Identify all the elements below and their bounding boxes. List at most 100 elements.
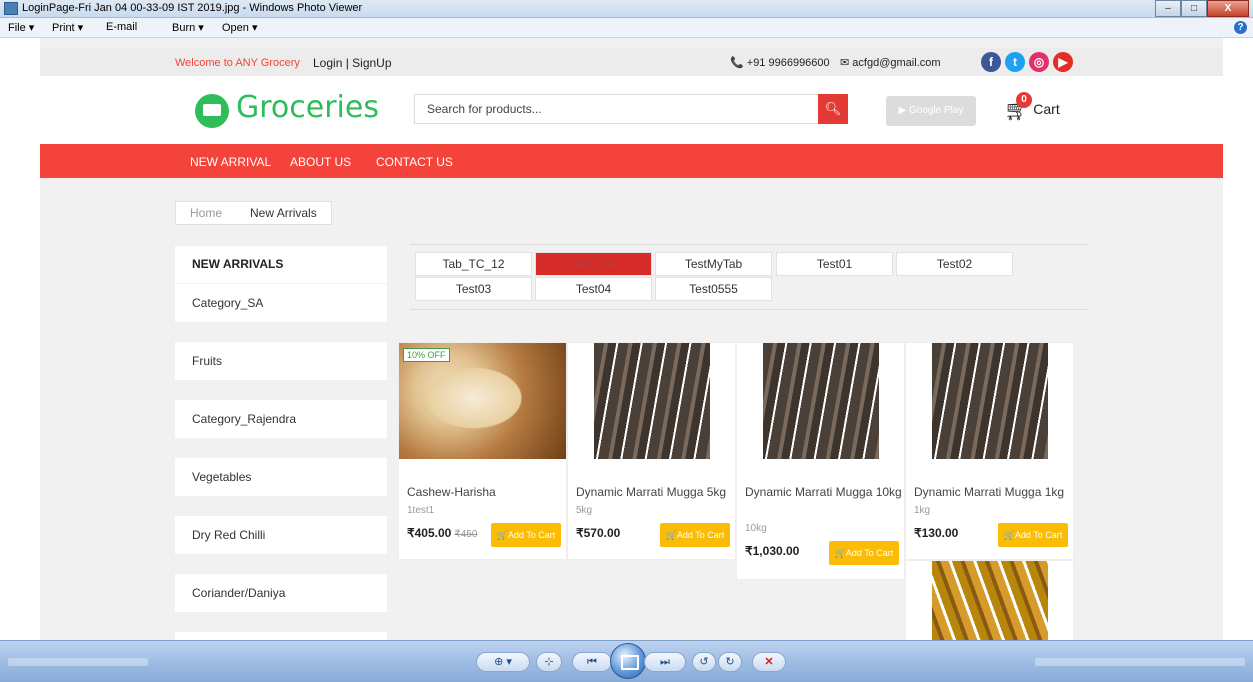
menu-file[interactable]: File ▾ [8, 21, 34, 34]
search-icon: 🔍︎ [824, 101, 842, 116]
search-input[interactable] [415, 95, 795, 123]
cart-label: Cart [1033, 101, 1060, 118]
delete-button[interactable]: ✕ [752, 652, 786, 672]
product-image-mugga[interactable] [906, 343, 1073, 459]
logo-cart-icon[interactable] [195, 94, 229, 128]
sidebar-item-category-sa[interactable]: Category_SA [175, 284, 387, 322]
sidebar-item-partial [175, 632, 387, 640]
login-signup-link[interactable]: Login | SignUp [313, 56, 392, 70]
product-name[interactable]: Dynamic Marrati Mugga 10kg [745, 483, 903, 501]
menu-print[interactable]: Print ▾ [52, 21, 83, 34]
product-card[interactable] [905, 560, 1074, 640]
product-name[interactable]: Dynamic Marrati Mugga 5kg [576, 483, 734, 501]
product-image-mugga[interactable] [737, 343, 904, 459]
product-weight: 1kg [914, 505, 931, 516]
sidebar-item-coriander[interactable]: Coriander/Daniya [175, 574, 387, 612]
zoom-slider-area[interactable] [1035, 658, 1245, 666]
tab-test01[interactable]: Test01 [776, 252, 893, 276]
photo-canvas: Welcome to ANY Grocery Login | SignUp 📞 … [0, 38, 1253, 640]
canvas-margin-left [0, 38, 40, 640]
window-title: LoginPage-Fri Jan 04 00-33-09 IST 2019.j… [22, 2, 363, 14]
facebook-icon[interactable]: f [981, 52, 1001, 72]
menu-email[interactable]: E-mail [106, 21, 137, 33]
youtube-icon[interactable]: ▶ [1053, 52, 1073, 72]
mail-icon: ✉ [840, 57, 853, 69]
product-old-price: ₹450 [454, 529, 478, 540]
product-price: ₹570.00 [576, 526, 621, 540]
sidebar-item-vegetables[interactable]: Vegetables [175, 458, 387, 496]
search-box: 🔍︎ [414, 94, 848, 124]
tab-test0555[interactable]: Test0555 [655, 277, 772, 301]
product-weight: 5kg [576, 505, 593, 516]
tab-tab-tc-12[interactable]: Tab_TC_12 [415, 252, 532, 276]
tab-testmytab[interactable]: TestMyTab [655, 252, 772, 276]
product-price: ₹130.00 [914, 526, 959, 540]
phone-number: 📞 +91 9966996600 [730, 56, 830, 69]
category-sidebar: NEW ARRIVALS Category_SA Fruits Category… [175, 246, 387, 640]
add-to-cart-button[interactable]: 🛒Add To Cart [998, 523, 1068, 547]
breadcrumb: Home New Arrivals [175, 201, 332, 225]
product-image-turmeric[interactable] [906, 561, 1073, 640]
sidebar-item-dry-red-chilli[interactable]: Dry Red Chilli [175, 516, 387, 554]
sidebar-item-category-rajendra[interactable]: Category_Rajendra [175, 400, 387, 438]
canvas-margin-right [1223, 38, 1253, 640]
product-price: ₹405.00 ₹450 [407, 526, 477, 540]
minimize-button[interactable]: – [1155, 0, 1181, 17]
top-info-strip: Welcome to ANY Grocery Login | SignUp 📞 … [40, 48, 1223, 76]
add-to-cart-button[interactable]: 🛒Add To Cart [829, 541, 899, 565]
previous-button[interactable]: ⏮ [572, 652, 612, 672]
product-card[interactable]: 10% OFF Cashew-Harisha 1test1 ₹405.00 ₹45… [398, 342, 567, 560]
phone-number-text: +91 9966996600 [746, 57, 830, 69]
add-to-cart-button[interactable]: 🛒Add To Cart [491, 523, 561, 547]
product-card[interactable]: Dynamic Marrati Mugga 1kg 1kg ₹130.00 🛒A… [905, 342, 1074, 560]
nav-new-arrival[interactable]: NEW ARRIVAL [190, 155, 271, 169]
menu-open[interactable]: Open ▾ [222, 21, 258, 34]
tab-test02[interactable]: Test02 [896, 252, 1013, 276]
add-to-cart-button[interactable]: 🛒Add To Cart [660, 523, 730, 547]
twitter-icon[interactable]: t [1005, 52, 1025, 72]
phone-icon: 📞 [730, 57, 747, 69]
tab-test03[interactable]: Test03 [415, 277, 532, 301]
photo-viewer-app-icon [4, 2, 18, 15]
maximize-button[interactable]: □ [1181, 0, 1207, 17]
product-name[interactable]: Dynamic Marrati Mugga 1kg [914, 483, 1072, 501]
rotate-clockwise-button[interactable]: ↻ [718, 652, 742, 672]
contact-email: ✉ acfgd@gmail.com [840, 56, 940, 69]
nav-contact-us[interactable]: CONTACT US [376, 155, 453, 169]
help-icon[interactable]: ? [1234, 21, 1247, 34]
tab-tab-sa[interactable]: Tab_SA [535, 252, 652, 276]
search-button[interactable]: 🔍︎ [818, 94, 848, 124]
google-play-badge[interactable]: ▶ Google Play [886, 96, 976, 126]
next-button[interactable]: ⏭ [644, 652, 686, 672]
zoom-button[interactable]: ⊕ ▾ [476, 652, 530, 672]
cart-count-badge: 0 [1016, 92, 1032, 108]
menu-bar: File ▾ Print ▾ E-mail Burn ▾ Open ▾ ? [0, 18, 1253, 38]
actual-size-button[interactable]: ⊹ [536, 652, 562, 672]
slideshow-button[interactable] [610, 643, 646, 679]
welcome-text: Welcome to ANY Grocery [175, 57, 300, 69]
nav-about-us[interactable]: ABOUT US [290, 155, 351, 169]
instagram-icon[interactable]: ◎ [1029, 52, 1049, 72]
sidebar-item-fruits[interactable]: Fruits [175, 342, 387, 380]
webpage-screenshot: Welcome to ANY Grocery Login | SignUp 📞 … [40, 38, 1223, 640]
product-price: ₹1,030.00 [745, 544, 800, 558]
product-card[interactable]: Dynamic Marrati Mugga 10kg 10kg ₹1,030.0… [736, 342, 905, 580]
tab-test04[interactable]: Test04 [535, 277, 652, 301]
window-titlebar: LoginPage-Fri Jan 04 00-33-09 IST 2019.j… [0, 0, 1253, 18]
product-name[interactable]: Cashew-Harisha [407, 483, 565, 501]
breadcrumb-home[interactable]: Home [176, 202, 236, 224]
product-card[interactable]: Dynamic Marrati Mugga 5kg 5kg ₹570.00 🛒A… [567, 342, 736, 560]
discount-badge: 10% OFF [403, 348, 450, 362]
sidebar-heading: NEW ARRIVALS [175, 246, 387, 283]
rotate-counterclockwise-button[interactable]: ↺ [692, 652, 716, 672]
status-area [8, 658, 148, 666]
window-controls: – □ X [1155, 0, 1249, 17]
site-header: Groceries 🔍︎ ▶ Google Play 🛒︎ 0 Cart [40, 76, 1223, 144]
product-tabs: Tab_TC_12 Tab_SA TestMyTab Test01 Test02… [410, 244, 1088, 310]
main-nav: NEW ARRIVAL ABOUT US CONTACT US [40, 144, 1223, 178]
menu-burn[interactable]: Burn ▾ [172, 21, 204, 34]
close-button[interactable]: X [1207, 0, 1249, 17]
cart-link[interactable]: 🛒︎ 0 Cart [1004, 92, 1060, 123]
site-logo-text[interactable]: Groceries [236, 90, 379, 125]
product-image-mugga[interactable] [568, 343, 735, 459]
